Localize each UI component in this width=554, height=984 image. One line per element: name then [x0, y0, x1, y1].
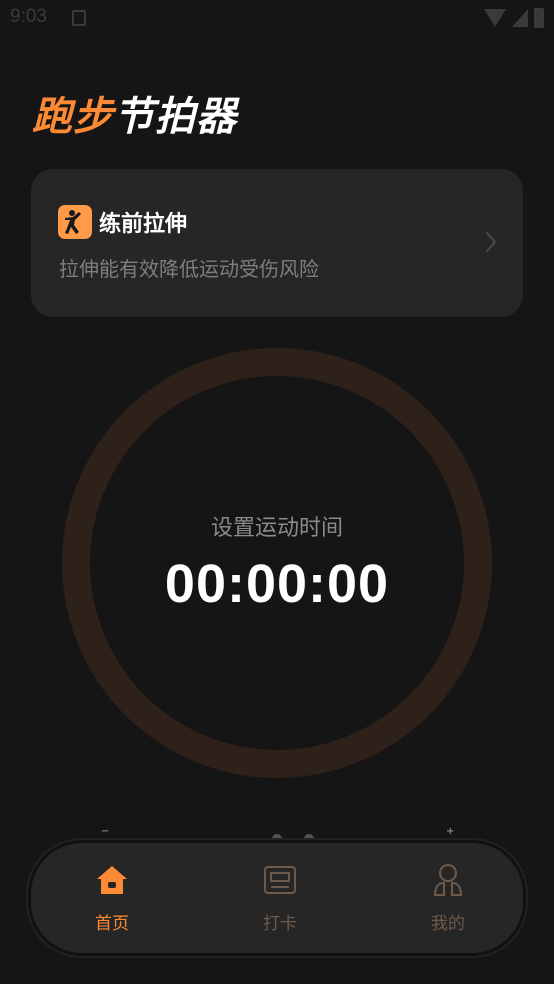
stretch-icon: [58, 205, 92, 239]
chevron-right-icon: [485, 231, 497, 257]
checkin-icon: [264, 866, 296, 894]
tab-home-label: 首页: [95, 914, 129, 934]
home-icon: [97, 866, 127, 894]
tab-checkin[interactable]: 打卡: [225, 863, 335, 934]
stretch-description: 拉伸能有效降低运动受伤风险: [59, 257, 319, 281]
status-indicators: [484, 8, 544, 28]
tab-mine[interactable]: 我的: [393, 863, 503, 934]
tab-mine-label: 我的: [431, 914, 465, 934]
plus-icon: +: [446, 826, 455, 837]
status-time: 9:03: [10, 6, 47, 27]
status-bar: 9:03: [0, 0, 554, 38]
tab-home[interactable]: 首页: [57, 863, 167, 934]
minus-icon: −: [101, 826, 110, 837]
stretch-card[interactable]: 练前拉伸 拉伸能有效降低运动受伤风险: [31, 169, 523, 317]
timer-value[interactable]: 00:00:00: [0, 553, 554, 615]
timer-caption: 设置运动时间: [210, 516, 343, 541]
profile-icon: [433, 864, 463, 896]
signal-icon: [512, 9, 528, 27]
battery-icon: [534, 8, 544, 28]
tab-checkin-label: 打卡: [263, 914, 297, 934]
bottom-tab-bar: 首页 打卡 我的: [28, 840, 526, 956]
page-title: 跑步节拍器: [32, 84, 237, 142]
wifi-icon: [484, 9, 506, 27]
page-title-rest: 节拍器: [114, 94, 237, 140]
notification-icon: [72, 10, 86, 26]
page-title-accent: 跑步: [32, 94, 114, 140]
stretch-title: 练前拉伸: [99, 212, 188, 237]
